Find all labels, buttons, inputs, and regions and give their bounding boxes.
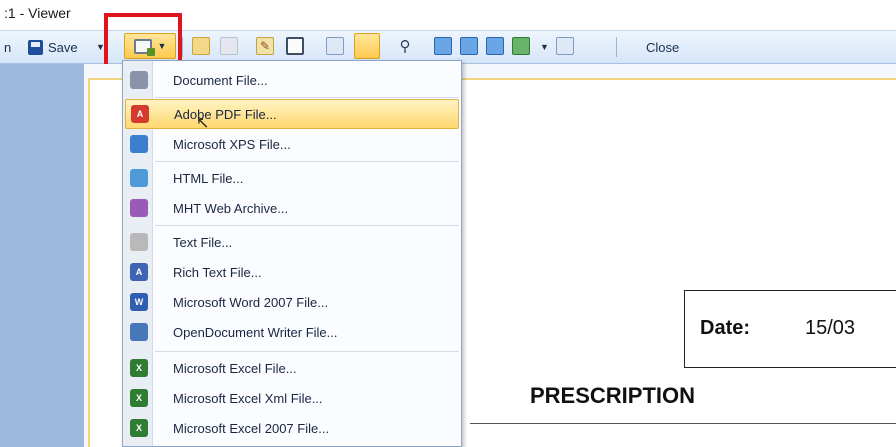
- save-button[interactable]: Save: [28, 36, 78, 58]
- menu-separator: [155, 351, 459, 352]
- menu-item-rich-text-file[interactable]: A Rich Text File...: [125, 257, 459, 287]
- menu-separator: [155, 225, 459, 226]
- toolbar-separator: [182, 37, 183, 57]
- menu-item-label: Microsoft Word 2007 File...: [173, 294, 329, 310]
- document-heading: PRESCRIPTION: [530, 383, 696, 408]
- toolbar-partial-label[interactable]: n: [4, 36, 11, 58]
- window-title: :1 - Viewer: [4, 5, 71, 21]
- pointer-cursor-icon: ↖: [196, 115, 210, 132]
- excel-2007-file-icon: X: [130, 419, 148, 437]
- menu-item-label: Microsoft Excel Xml File...: [173, 390, 323, 406]
- menu-item-label: Rich Text File...: [173, 264, 262, 280]
- menu-item-document-file[interactable]: Document File...: [125, 65, 459, 95]
- word-file-icon: W: [130, 293, 148, 311]
- menu-item-label: Microsoft Excel 2007 File...: [173, 420, 330, 436]
- left-panel: [0, 64, 84, 447]
- document-file-icon: [130, 71, 148, 89]
- mht-file-icon: [130, 199, 148, 217]
- xps-file-icon: [130, 135, 148, 153]
- menu-item-label: Microsoft XPS File...: [173, 136, 291, 152]
- menu-item-excel-2007-file[interactable]: X Microsoft Excel 2007 File...: [125, 413, 459, 443]
- find-icon[interactable]: ⚲: [396, 37, 414, 55]
- text-file-icon: [130, 233, 148, 251]
- save-button-label: Save: [48, 39, 78, 55]
- menu-item-label: HTML File...: [173, 170, 244, 186]
- view-blue-1-icon[interactable]: [434, 37, 452, 55]
- view-extra-icon[interactable]: [556, 37, 574, 55]
- save-icon: [28, 39, 43, 55]
- menu-item-xps-file[interactable]: Microsoft XPS File...: [125, 129, 459, 159]
- html-file-icon: [130, 169, 148, 187]
- page-view-icon[interactable]: [326, 37, 344, 55]
- menu-item-text-file[interactable]: Text File...: [125, 227, 459, 257]
- menu-separator: [155, 161, 459, 162]
- menu-item-excel-file[interactable]: X Microsoft Excel File...: [125, 353, 459, 383]
- odt-file-icon: [130, 323, 148, 341]
- excel-file-icon: X: [130, 359, 148, 377]
- edit-icon[interactable]: ✎: [256, 37, 274, 55]
- menu-separator: [155, 97, 459, 98]
- close-button[interactable]: Close: [646, 36, 679, 58]
- menu-item-label: Text File...: [173, 234, 233, 250]
- view-green-icon[interactable]: [512, 37, 530, 55]
- menu-item-label: MHT Web Archive...: [173, 200, 289, 216]
- menu-item-label: Document File...: [173, 72, 268, 88]
- toolbar-separator: [616, 37, 617, 57]
- date-label: Date:: [700, 317, 751, 339]
- page-view-active-icon[interactable]: [354, 33, 380, 59]
- menu-item-label: Adobe PDF File...: [174, 106, 277, 122]
- pdf-file-icon: A: [131, 105, 149, 123]
- view-dropdown-arrow[interactable]: ▼: [540, 36, 549, 58]
- excel-xml-file-icon: X: [130, 389, 148, 407]
- date-value: 15/03: [805, 317, 856, 339]
- menu-item-word-file[interactable]: W Microsoft Word 2007 File...: [125, 287, 459, 317]
- export-menu: Document File... A Adobe PDF File... Mic…: [122, 60, 462, 447]
- menu-item-pdf-file[interactable]: A Adobe PDF File...: [125, 99, 459, 129]
- menu-item-odt-file[interactable]: OpenDocument Writer File...: [125, 317, 459, 347]
- view-blue-2-icon[interactable]: [460, 37, 478, 55]
- menu-item-label: OpenDocument Writer File...: [173, 324, 338, 340]
- page-gray-icon[interactable]: [220, 37, 238, 55]
- menu-item-mht-file[interactable]: MHT Web Archive...: [125, 193, 459, 223]
- view-blue-3-icon[interactable]: [486, 37, 504, 55]
- menu-item-html-file[interactable]: HTML File...: [125, 163, 459, 193]
- single-page-icon[interactable]: [286, 37, 304, 55]
- menu-item-excel-xml-file[interactable]: X Microsoft Excel Xml File...: [125, 383, 459, 413]
- document-rule: [470, 423, 896, 424]
- rich-text-file-icon: A: [130, 263, 148, 281]
- menu-item-label: Microsoft Excel File...: [173, 360, 297, 376]
- page-icon[interactable]: [192, 37, 210, 55]
